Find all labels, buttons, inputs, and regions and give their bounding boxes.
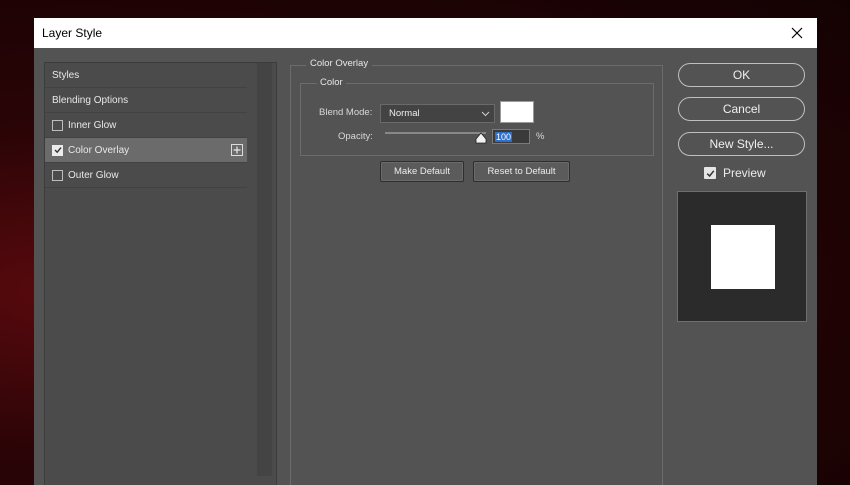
checkmark-icon — [54, 147, 62, 154]
blend-mode-value: Normal — [389, 108, 420, 119]
opacity-value: 100 — [495, 131, 513, 142]
preview-checkbox[interactable] — [704, 167, 716, 179]
style-item-label: Styles — [52, 69, 80, 81]
style-item-styles[interactable]: Styles — [45, 63, 247, 88]
close-icon — [791, 27, 803, 39]
style-preview — [677, 191, 807, 322]
reset-to-default-button[interactable]: Reset to Default — [473, 161, 570, 182]
section-title: Color — [317, 77, 346, 88]
make-default-button[interactable]: Make Default — [380, 161, 464, 182]
layer-style-dialog: Layer Style Styles Blending Options Inne… — [34, 18, 817, 485]
slider-thumb-icon[interactable] — [475, 132, 487, 144]
outer-glow-checkbox[interactable] — [52, 169, 63, 181]
checkmark-icon — [706, 169, 714, 177]
blend-mode-select[interactable]: Normal — [380, 104, 495, 123]
opacity-label: Opacity: — [338, 131, 373, 142]
add-effect-button[interactable] — [231, 144, 243, 156]
preview-label: Preview — [723, 166, 766, 180]
plus-icon — [233, 146, 241, 154]
opacity-unit: % — [536, 131, 545, 142]
style-item-inner-glow[interactable]: Inner Glow — [45, 113, 247, 138]
title-bar: Layer Style — [34, 18, 817, 48]
dialog-title: Layer Style — [42, 26, 103, 40]
new-style-button[interactable]: New Style... — [678, 132, 805, 156]
blend-mode-label: Blend Mode: — [319, 107, 373, 118]
style-item-label: Inner Glow — [68, 119, 117, 131]
inner-glow-checkbox[interactable] — [52, 119, 63, 131]
preview-swatch — [711, 225, 775, 289]
opacity-input[interactable]: 100 — [492, 129, 530, 144]
style-item-outer-glow[interactable]: Outer Glow — [45, 163, 247, 188]
overlay-color-swatch[interactable] — [500, 101, 534, 123]
style-item-blending-options[interactable]: Blending Options — [45, 88, 247, 113]
style-item-label: Outer Glow — [68, 169, 119, 181]
close-button[interactable] — [777, 18, 817, 48]
style-item-label: Blending Options — [52, 94, 129, 106]
styles-list: Styles Blending Options Inner Glow Color… — [44, 62, 277, 485]
group-title: Color Overlay — [306, 58, 373, 69]
cancel-button[interactable]: Cancel — [678, 97, 805, 121]
style-item-label: Color Overlay — [68, 144, 130, 156]
style-item-color-overlay[interactable]: Color Overlay — [45, 138, 247, 163]
ok-button[interactable]: OK — [678, 63, 805, 87]
styles-scrollbar[interactable] — [257, 63, 272, 476]
opacity-slider[interactable] — [385, 132, 486, 134]
color-overlay-checkbox[interactable] — [52, 144, 63, 156]
chevron-down-icon — [481, 111, 490, 117]
preview-toggle[interactable]: Preview — [704, 166, 766, 180]
